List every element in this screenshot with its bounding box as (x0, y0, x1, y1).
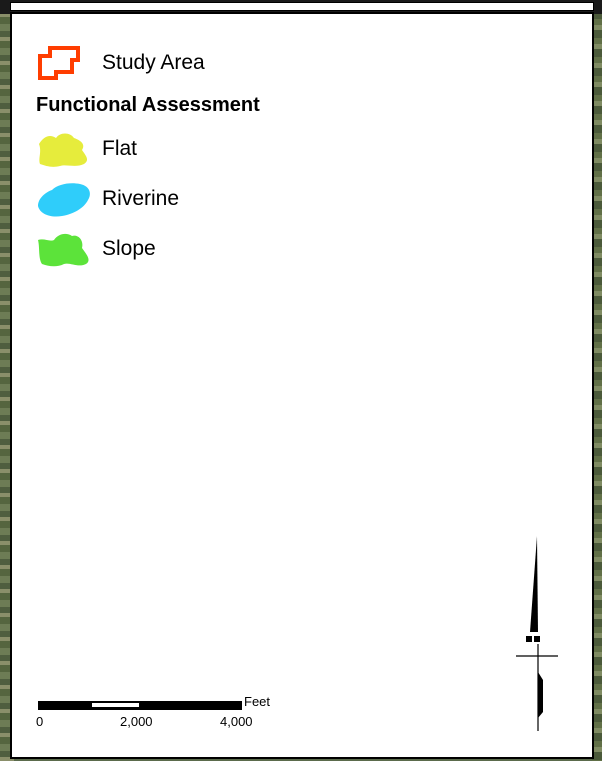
scale-bar: Feet 0 2,000 4,000 (36, 694, 286, 760)
riverine-polygon-icon (38, 183, 90, 217)
legend-panel: Study Area Functional Assessment Flat Ri… (10, 12, 594, 759)
scale-tick-2000: 2,000 (120, 714, 153, 729)
slope-polygon-icon (38, 233, 89, 267)
scale-tick-0: 0 (36, 714, 44, 729)
study-area-outline-icon (38, 46, 80, 80)
legend-item-study-area: Study Area (36, 44, 205, 82)
slope-label: Slope (102, 237, 156, 260)
title-strip (10, 2, 594, 11)
flat-label: Flat (102, 137, 138, 160)
legend-heading: Functional Assessment (36, 94, 260, 116)
study-area-label: Study Area (102, 51, 205, 74)
scale-tick-4000: 4,000 (220, 714, 253, 729)
north-arrow-icon (516, 536, 558, 731)
legend-item-flat: Flat (36, 130, 137, 168)
flat-polygon-icon (39, 133, 88, 167)
legend-item-riverine: Riverine (36, 180, 179, 218)
riverine-label: Riverine (102, 187, 180, 210)
legend-item-slope: Slope (36, 230, 156, 268)
scale-unit: Feet (244, 694, 271, 709)
